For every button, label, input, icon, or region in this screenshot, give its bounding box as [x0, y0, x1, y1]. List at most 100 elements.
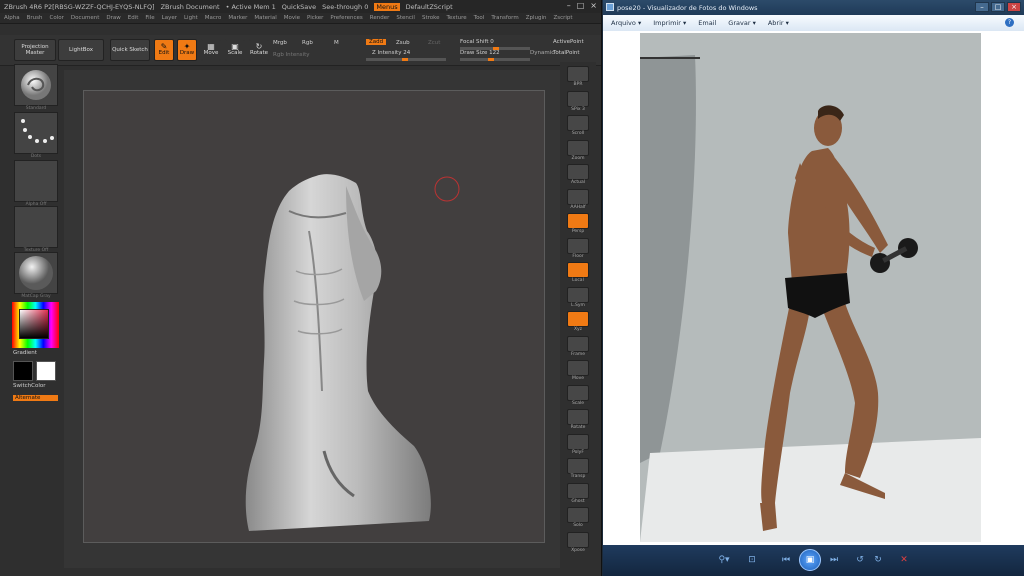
menu-zscript[interactable]: Zscript [553, 15, 572, 21]
close-icon[interactable]: × [1007, 2, 1021, 12]
see-through-slider[interactable]: See-through 0 [322, 3, 368, 11]
maximize-icon[interactable]: □ [577, 1, 585, 10]
default-zscript-button[interactable]: DefaultZScript [406, 3, 453, 11]
close-icon[interactable]: × [590, 1, 597, 10]
mrgb-button[interactable]: Mrgb [273, 40, 287, 46]
move-button[interactable] [567, 360, 589, 376]
quicksave-button[interactable]: QuickSave [282, 3, 316, 11]
zbrush-canvas[interactable] [83, 90, 545, 543]
menu-edit[interactable]: Edit [128, 15, 139, 21]
brush-thumbnail[interactable] [14, 64, 58, 106]
switch-color-button[interactable]: SwitchColor [13, 383, 46, 389]
menu-document[interactable]: Document [71, 15, 100, 21]
previous-icon[interactable]: ⏮ [777, 554, 795, 567]
l-sym-button[interactable] [567, 286, 589, 303]
maximize-icon[interactable]: □ [991, 2, 1005, 12]
persp-button[interactable] [567, 213, 589, 229]
draw-size-slider[interactable]: Draw Size 122 [460, 50, 500, 56]
draw-size-track[interactable] [460, 58, 530, 61]
menu-texture[interactable]: Texture [447, 15, 467, 21]
scroll-button[interactable] [567, 115, 589, 131]
floor-button[interactable] [567, 237, 589, 254]
gradient-label[interactable]: Gradient [13, 350, 37, 356]
rgb-intensity-slider[interactable]: Rgb Intensity [273, 52, 310, 58]
minimize-icon[interactable]: – [975, 2, 989, 12]
stroke-thumbnail[interactable] [14, 112, 58, 154]
rotate-button[interactable] [567, 409, 589, 425]
menu-tool[interactable]: Tool [474, 15, 485, 21]
delete-icon[interactable]: ✕ [897, 554, 911, 567]
menu-imprimir[interactable]: Imprimir ▾ [653, 19, 686, 27]
menu-gravar[interactable]: Gravar ▾ [728, 19, 756, 27]
menu-preferences[interactable]: Preferences [330, 15, 362, 21]
slideshow-icon[interactable]: ▣ [799, 549, 821, 571]
menu-brush[interactable]: Brush [27, 15, 43, 21]
scale-button[interactable] [567, 384, 589, 401]
zcut-button[interactable]: Zcut [428, 40, 440, 46]
menu-stencil[interactable]: Stencil [396, 15, 415, 21]
draw-button[interactable]: ✦ Draw [177, 39, 197, 61]
aahalf-button[interactable] [567, 188, 589, 205]
bpr-button[interactable] [567, 66, 589, 82]
texture-thumbnail[interactable] [14, 206, 58, 248]
polyf-button[interactable] [567, 433, 589, 450]
rotate-right-icon[interactable]: ↻ [871, 554, 885, 567]
zadd-button[interactable]: Zadd [366, 39, 387, 45]
local-button[interactable] [567, 262, 589, 278]
rotate-button[interactable]: ↻ Rotate [249, 39, 269, 61]
menu-marker[interactable]: Marker [228, 15, 247, 21]
menu-layer[interactable]: Layer [162, 15, 177, 21]
scale-button[interactable]: ▣ Scale [225, 39, 245, 61]
menu-file[interactable]: File [145, 15, 154, 21]
zoom-button[interactable] [567, 139, 589, 156]
menu-arquivo[interactable]: Arquivo ▾ [611, 19, 641, 27]
primary-color-swatch[interactable] [13, 361, 33, 381]
menu-movie[interactable]: Movie [284, 15, 300, 21]
frame-button[interactable] [567, 335, 589, 352]
menu-abrir[interactable]: Abrir ▾ [768, 19, 789, 27]
solo-button[interactable] [567, 507, 589, 523]
dynamic-button[interactable]: Dynamic [530, 50, 554, 56]
next-icon[interactable]: ⏭ [825, 554, 843, 567]
menu-picker[interactable]: Picker [307, 15, 323, 21]
menu-color[interactable]: Color [50, 15, 64, 21]
rotate-left-icon[interactable]: ↺ [853, 554, 867, 567]
quick-sketch-button[interactable]: Quick Sketch [110, 39, 150, 61]
menu-light[interactable]: Light [184, 15, 198, 21]
projection-master-button[interactable]: Projection Master [14, 39, 56, 61]
m-button[interactable]: M [334, 40, 339, 46]
menu-draw[interactable]: Draw [106, 15, 120, 21]
menu-zplugin[interactable]: Zplugin [526, 15, 547, 21]
minimize-icon[interactable]: – [567, 1, 571, 10]
zbrush-document-menu[interactable]: ZBrush Document [161, 3, 220, 11]
rgb-button[interactable]: Rgb [302, 40, 313, 46]
menu-material[interactable]: Material [254, 15, 276, 21]
menus-button[interactable]: Menus [374, 2, 400, 11]
move-button[interactable]: ▦ Move [201, 39, 221, 61]
alpha-thumbnail[interactable] [14, 160, 58, 202]
z-intensity-slider[interactable]: Z Intensity 24 [372, 50, 410, 56]
edit-button[interactable]: ✎ Edit [154, 39, 174, 61]
actual-button[interactable] [567, 164, 589, 180]
menu-email[interactable]: Email [698, 19, 716, 27]
menu-render[interactable]: Render [370, 15, 390, 21]
color-picker[interactable] [12, 302, 59, 348]
zsub-button[interactable]: Zsub [396, 40, 410, 46]
menu-stroke[interactable]: Stroke [422, 15, 440, 21]
xyz-button[interactable] [567, 311, 589, 327]
focal-shift-slider[interactable]: Focal Shift 0 [460, 39, 494, 45]
actual-size-icon[interactable]: ⊡ [745, 554, 759, 567]
transp-button[interactable] [567, 458, 589, 474]
help-icon[interactable]: ? [1005, 18, 1014, 27]
ghost-button[interactable] [567, 482, 589, 499]
material-thumbnail[interactable] [14, 252, 58, 294]
xpose-button[interactable] [567, 531, 589, 548]
secondary-color-swatch[interactable] [36, 361, 56, 381]
alternate-button[interactable]: Alternate [13, 395, 58, 401]
color-saturation-square[interactable] [19, 309, 49, 339]
menu-macro[interactable]: Macro [205, 15, 222, 21]
zoom-icon[interactable]: ⚲▾ [713, 554, 735, 567]
lightbox-button[interactable]: LightBox [58, 39, 104, 61]
z-intensity-track[interactable] [366, 58, 446, 61]
spix-3-button[interactable] [567, 90, 589, 107]
